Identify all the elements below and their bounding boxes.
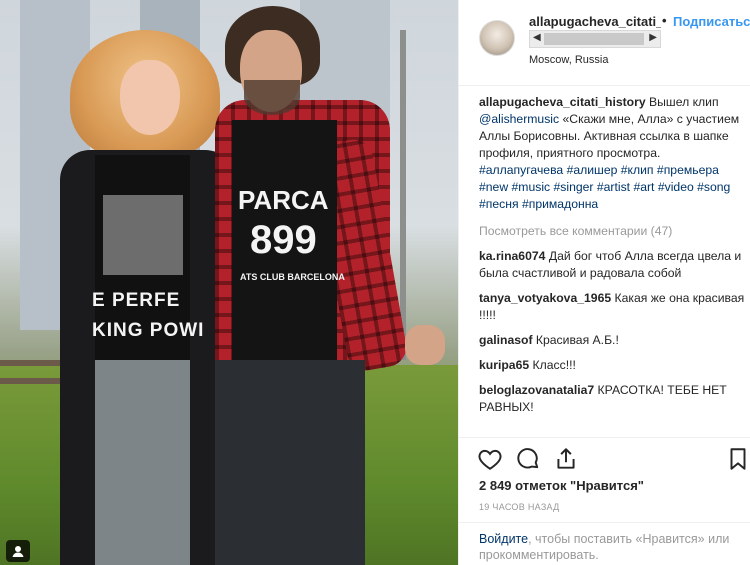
comment-text: Класс!!! (532, 358, 576, 372)
post-sidebar: allapugacheva_citati_h • Подписаться ◀ ▶… (458, 0, 750, 565)
woman-tshirt-text: KING POWI (92, 320, 205, 341)
likes-count[interactable]: 2 849 отметок "Нравится" (479, 478, 644, 493)
comment-item: galinasof Красивая А.Б.! (479, 332, 745, 349)
view-all-comments-link[interactable]: Посмотреть все комментарии (47) (479, 223, 745, 240)
separator-dot: • (662, 13, 667, 28)
post-photo[interactable]: E PERFE KING POWI PARCA 899 ATS CLUB BAR… (0, 0, 458, 565)
comment-item: ka.rina6074 Дай бог чтоб Алла всегда цве… (479, 248, 745, 282)
share-icon[interactable] (553, 446, 579, 472)
comment-username[interactable]: ka.rina6074 (479, 249, 545, 263)
horizontal-scrollbar[interactable]: ◀ ▶ (529, 30, 661, 48)
comment-username[interactable]: kuripa65 (479, 358, 529, 372)
comment-username[interactable]: tanya_votyakova_1965 (479, 291, 611, 305)
post-timestamp[interactable]: 19 ЧАСОВ НАЗАД (479, 502, 560, 512)
caption-hashtags[interactable]: #аллапугачева #алишер #клип #премьера #n… (479, 163, 730, 211)
comment-item: beloglazovanatalia7 КРАСОТКА! ТЕБЕ НЕТ Р… (479, 382, 745, 416)
man-tshirt-text: PARCA (238, 185, 329, 215)
post-username[interactable]: allapugacheva_citati_h (529, 14, 661, 29)
scroll-left-icon[interactable]: ◀ (533, 32, 541, 43)
user-tag-icon[interactable] (6, 540, 30, 562)
comment-icon[interactable] (515, 446, 541, 472)
comments-section: allapugacheva_citati_history Вышел клип … (479, 94, 745, 416)
avatar[interactable] (479, 20, 515, 56)
bookmark-icon[interactable] (725, 446, 750, 472)
caption-text: Вышел клип (649, 95, 719, 109)
comment-username[interactable]: beloglazovanatalia7 (479, 383, 594, 397)
caption-mention[interactable]: @alishermusic (479, 112, 559, 126)
post-caption: allapugacheva_citati_history Вышел клип … (479, 94, 745, 213)
caption-author[interactable]: allapugacheva_citati_history (479, 95, 646, 109)
comment-item: tanya_votyakova_1965 Какая же она красив… (479, 290, 745, 324)
man-jeans (215, 360, 365, 565)
man-beard (244, 80, 300, 115)
post-header: allapugacheva_citati_h • Подписаться ◀ ▶… (459, 0, 750, 86)
scrollbar-thumb[interactable] (544, 33, 644, 45)
comment-text: Красивая А.Б.! (535, 333, 619, 347)
comment-username[interactable]: galinasof (479, 333, 533, 347)
scroll-right-icon[interactable]: ▶ (649, 32, 657, 43)
heart-icon[interactable] (477, 446, 503, 472)
login-prompt: Войдите, чтобы поставить «Нравится» или … (459, 522, 750, 565)
woman-tshirt-text: E PERFE (92, 290, 181, 311)
woman-face (120, 60, 180, 135)
background-pole (400, 30, 406, 360)
post-location[interactable]: Moscow, Russia (529, 54, 608, 66)
man-hand (405, 325, 445, 365)
action-bar (459, 437, 750, 477)
follow-button[interactable]: Подписаться (673, 14, 750, 29)
woman-jeans (95, 360, 190, 565)
man-tshirt-text: 899 (250, 218, 317, 262)
man-tshirt-text: ATS CLUB BARCELONA (240, 272, 345, 282)
comment-item: kuripa65 Класс!!! (479, 357, 745, 374)
login-link[interactable]: Войдите (479, 532, 528, 546)
